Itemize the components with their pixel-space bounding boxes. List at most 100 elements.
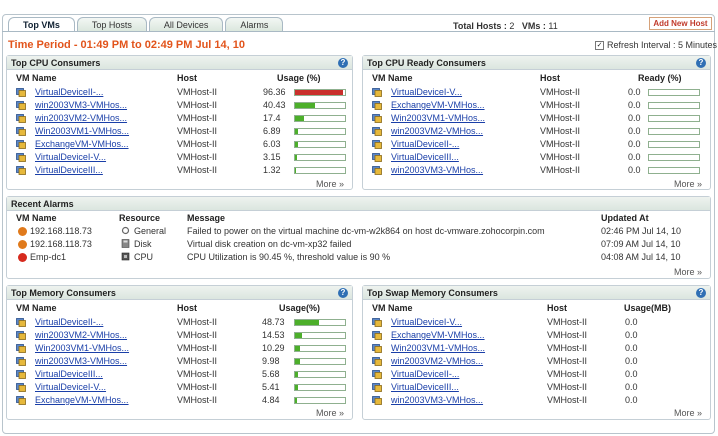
vm-name-link[interactable]: VirtualDeviceIII... <box>35 165 103 175</box>
col-usage-mb: Usage(MB) <box>624 303 672 313</box>
host-name: VMHost-II <box>547 317 588 327</box>
alarm-message: Virtual disk creation on dc-vm-xp32 fail… <box>187 239 352 249</box>
vm-name-link[interactable]: VirtualDeviceIII... <box>391 382 459 392</box>
vm-name-link[interactable]: win2003VM3-VMHos... <box>391 165 483 175</box>
usage-bar-fill <box>295 116 304 121</box>
usage-value: 0.0 <box>625 343 638 353</box>
table-row: ExchangeVM-VMHos... VMHost-II 0.0 <box>363 99 710 112</box>
host-name: VMHost-II <box>540 100 581 110</box>
vm-icon <box>16 165 26 177</box>
vm-name-link[interactable]: win2003VM3-VMHos... <box>35 100 127 110</box>
vm-name-link[interactable]: VirtualDeviceI-V... <box>35 152 106 162</box>
host-name: VMHost-II <box>540 126 581 136</box>
vm-name-link[interactable]: VirtualDeviceIII... <box>35 369 103 379</box>
vm-name-link[interactable]: VirtualDeviceII-... <box>35 87 103 97</box>
alarm-vm-name: 192.168.118.73 <box>30 239 92 249</box>
usage-bar-fill <box>295 90 344 95</box>
col-host: Host <box>177 303 197 313</box>
vm-icon <box>16 356 26 368</box>
vm-name-link[interactable]: win2003VM3-VMHos... <box>35 356 127 366</box>
host-name: VMHost-II <box>177 113 218 123</box>
usage-bar <box>648 89 700 96</box>
help-icon[interactable]: ? <box>338 58 348 68</box>
add-new-host-button[interactable]: Add New Host <box>649 17 712 30</box>
more-link[interactable]: More » <box>316 408 344 418</box>
vm-name-link[interactable]: VirtualDeviceI-V... <box>35 382 106 392</box>
vm-name-link[interactable]: ExchangeVM-VMHos... <box>391 100 485 110</box>
host-name: VMHost-II <box>177 317 218 327</box>
vm-name-link[interactable]: win2003VM2-VMHos... <box>35 330 127 340</box>
table-row: win2003VM2-VMHos... VMHost-II 17.4 <box>7 112 352 125</box>
vm-name-link[interactable]: VirtualDeviceIII... <box>391 152 459 162</box>
host-name: VMHost-II <box>547 343 588 353</box>
table-row: VirtualDeviceIII... VMHost-II 5.68 <box>7 368 352 381</box>
more-link[interactable]: More » <box>316 179 344 189</box>
tab-top-hosts[interactable]: Top Hosts <box>76 17 147 32</box>
usage-bar <box>294 128 346 135</box>
vm-name-link[interactable]: Win2003VM1-VMHos... <box>391 113 485 123</box>
warning-icon <box>18 227 27 236</box>
refresh-label: Refresh Interval : 5 Minutes <box>607 40 718 50</box>
host-name: VMHost-II <box>540 165 581 175</box>
alarm-vm-name: 192.168.118.73 <box>30 226 92 236</box>
usage-bar-fill <box>295 142 298 147</box>
vm-name-link[interactable]: VirtualDeviceII-... <box>391 369 459 379</box>
vm-name-link[interactable]: win2003VM2-VMHos... <box>391 356 483 366</box>
panel-title: Top CPU Ready Consumers <box>367 58 486 68</box>
vm-name-link[interactable]: VirtualDeviceII-... <box>391 139 459 149</box>
more-link[interactable]: More » <box>674 179 702 189</box>
vm-name-link[interactable]: VirtualDeviceI-V... <box>391 87 462 97</box>
table-row: VirtualDeviceII-... VMHost-II 96.36 <box>7 86 352 99</box>
vm-name-link[interactable]: VirtualDeviceII-... <box>35 317 103 327</box>
more-link[interactable]: More » <box>674 408 702 418</box>
general-icon <box>121 226 130 237</box>
vm-name-link[interactable]: win2003VM2-VMHos... <box>391 126 483 136</box>
help-icon[interactable]: ? <box>696 58 706 68</box>
table-row: VirtualDeviceII-... VMHost-II 48.73 <box>7 316 352 329</box>
vm-icon <box>372 369 382 381</box>
host-name: VMHost-II <box>177 395 218 405</box>
tab-alarms[interactable]: Alarms <box>225 17 284 32</box>
vm-name-link[interactable]: win2003VM2-VMHos... <box>35 113 127 123</box>
vm-name-link[interactable]: ExchangeVM-VMHos... <box>35 395 129 405</box>
more-link[interactable]: More » <box>674 267 702 277</box>
usage-bar <box>294 141 346 148</box>
usage-bar-fill <box>295 168 296 173</box>
host-name: VMHost-II <box>540 152 581 162</box>
usage-bar-fill <box>295 103 316 108</box>
help-icon[interactable]: ? <box>338 288 348 298</box>
vm-name-link[interactable]: Win2003VM1-VMHos... <box>35 126 129 136</box>
help-icon[interactable]: ? <box>696 288 706 298</box>
host-name: VMHost-II <box>177 165 218 175</box>
usage-bar <box>294 345 346 352</box>
panel-header: Top Swap Memory Consumers? <box>363 286 710 300</box>
vm-icon <box>372 139 382 151</box>
tab-top-vms[interactable]: Top VMs <box>8 17 75 32</box>
col-updated-at: Updated At <box>601 213 649 223</box>
usage-value: 0.0 <box>625 395 638 405</box>
usage-value: 4.84 <box>262 395 280 405</box>
table-row: VirtualDeviceI-V... VMHost-II 5.41 <box>7 381 352 394</box>
host-name: VMHost-II <box>177 152 218 162</box>
vm-name-link[interactable]: Win2003VM1-VMHos... <box>391 343 485 353</box>
recent-alarms-panel: Recent Alarms VM Name Resource Message U… <box>6 196 711 279</box>
host-name: VMHost-II <box>540 139 581 149</box>
usage-bar <box>648 128 700 135</box>
vm-icon <box>16 369 26 381</box>
vm-name-link[interactable]: ExchangeVM-VMHos... <box>35 139 129 149</box>
tab-all-devices[interactable]: All Devices <box>148 17 224 32</box>
alarm-time: 07:09 AM Jul 14, 10 <box>601 239 681 249</box>
vm-icon <box>16 100 26 112</box>
vm-name-link[interactable]: Win2003VM1-VMHos... <box>35 343 129 353</box>
alarm-row: Emp-dc1 CPU CPU Utilization is 90.45 %, th… <box>7 251 710 264</box>
vm-icon <box>16 382 26 394</box>
vm-name-link[interactable]: ExchangeVM-VMHos... <box>391 330 485 340</box>
refresh-checkbox[interactable]: ✓ <box>595 40 604 50</box>
vm-icon <box>372 100 382 112</box>
vm-icon <box>372 113 382 125</box>
vm-name-link[interactable]: VirtualDeviceI-V... <box>391 317 462 327</box>
vm-name-link[interactable]: win2003VM3-VMHos... <box>391 395 483 405</box>
hosts-count: 2 <box>509 21 515 31</box>
vm-icon <box>16 330 26 342</box>
host-name: VMHost-II <box>547 382 588 392</box>
